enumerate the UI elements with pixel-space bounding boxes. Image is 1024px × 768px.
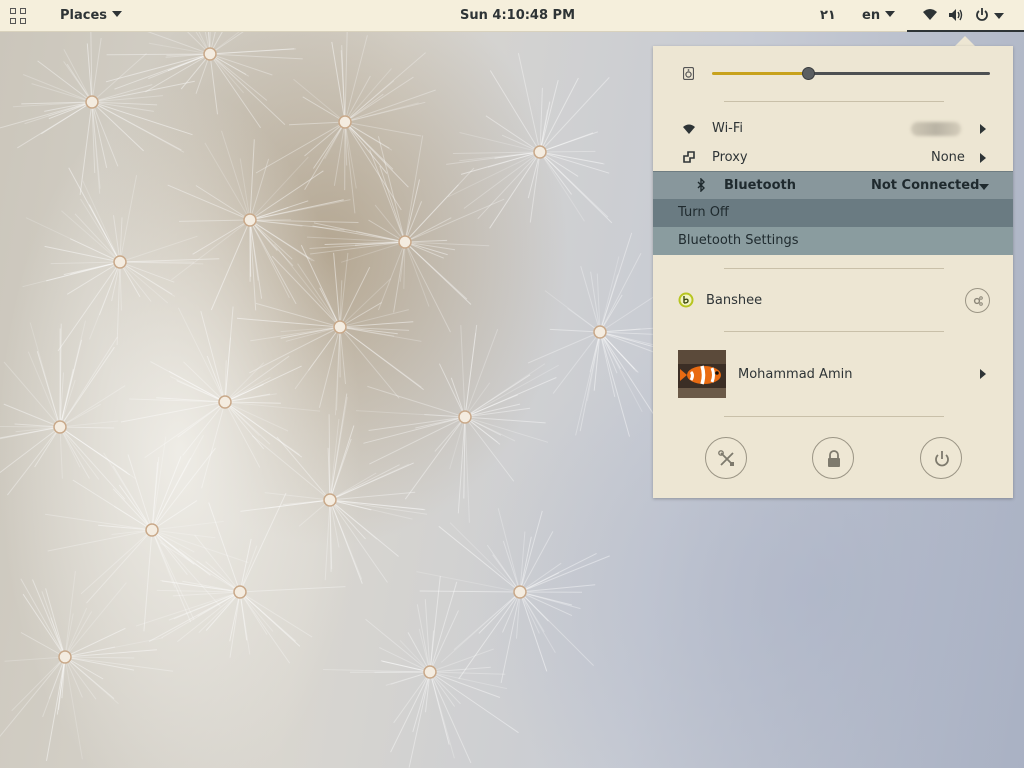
network-wireless-icon (923, 9, 937, 20)
user-item[interactable]: Mohammad Amin (653, 348, 1013, 400)
bluetooth-settings-label: Bluetooth Settings (678, 233, 799, 248)
chevron-right-icon (980, 369, 986, 379)
volume-slider-track (809, 72, 990, 75)
bluetooth-label: Bluetooth (724, 178, 796, 193)
wifi-item[interactable]: Wi-Fi (653, 116, 1013, 142)
system-menu: Wi-Fi Proxy None Bluetooth Not Connected… (653, 46, 1013, 498)
separator (724, 331, 944, 332)
user-name: Mohammad Amin (738, 367, 853, 382)
volume-slider-handle[interactable] (802, 67, 815, 80)
chevron-down-icon (885, 11, 896, 17)
chevron-right-icon (980, 124, 986, 134)
media-player-item[interactable]: Banshee (653, 286, 1013, 316)
separator (724, 268, 944, 269)
lock-button[interactable] (812, 437, 854, 479)
places-menu[interactable]: Places (60, 0, 123, 32)
chevron-down-icon (112, 11, 123, 17)
chevron-down-icon (994, 13, 1004, 19)
separator (724, 101, 944, 102)
power-off-icon (935, 451, 949, 467)
volume-icon (949, 9, 963, 21)
keyboard-layout-label: en (862, 8, 881, 23)
clock[interactable]: Sun 4:10:48 PM (460, 0, 575, 32)
system-status-area[interactable] (907, 0, 1024, 32)
settings-icon[interactable] (965, 288, 990, 313)
settings-button[interactable] (705, 437, 747, 479)
proxy-item[interactable]: Proxy None (653, 144, 1013, 170)
proxy-icon (683, 151, 695, 163)
bluetooth-status: Not Connected (871, 178, 980, 193)
volume-slider-fill (712, 72, 809, 75)
places-label: Places (60, 8, 108, 23)
chevron-right-icon (980, 153, 986, 163)
proxy-label: Proxy (712, 150, 748, 165)
activities-icon[interactable] (10, 8, 30, 26)
media-player-name: Banshee (706, 293, 763, 308)
top-panel: Places Sun 4:10:48 PM ۲۱ en (0, 0, 1024, 32)
lock-icon (828, 450, 840, 467)
avatar (678, 350, 726, 398)
menu-pointer (955, 36, 975, 46)
bluetooth-item[interactable]: Bluetooth Not Connected (653, 171, 1013, 199)
keyboard-layout-menu[interactable]: en (862, 0, 896, 32)
wifi-network-name-blurred (911, 122, 961, 136)
chevron-down-icon (979, 184, 989, 190)
bluetooth-turn-off-item[interactable]: Turn Off (653, 199, 1013, 227)
wifi-icon (683, 124, 695, 134)
bluetooth-turn-off-label: Turn Off (678, 205, 729, 220)
indicator-digits[interactable]: ۲۱ (820, 0, 836, 32)
bluetooth-settings-item[interactable]: Bluetooth Settings (653, 227, 1013, 255)
separator (724, 416, 944, 417)
wifi-label: Wi-Fi (712, 121, 744, 136)
power-off-button[interactable] (920, 437, 962, 479)
power-icon (976, 8, 988, 21)
banshee-icon (678, 292, 694, 308)
bluetooth-icon (697, 178, 705, 192)
settings-icon (718, 450, 734, 466)
proxy-value: None (931, 150, 965, 165)
speaker-icon (683, 67, 694, 80)
